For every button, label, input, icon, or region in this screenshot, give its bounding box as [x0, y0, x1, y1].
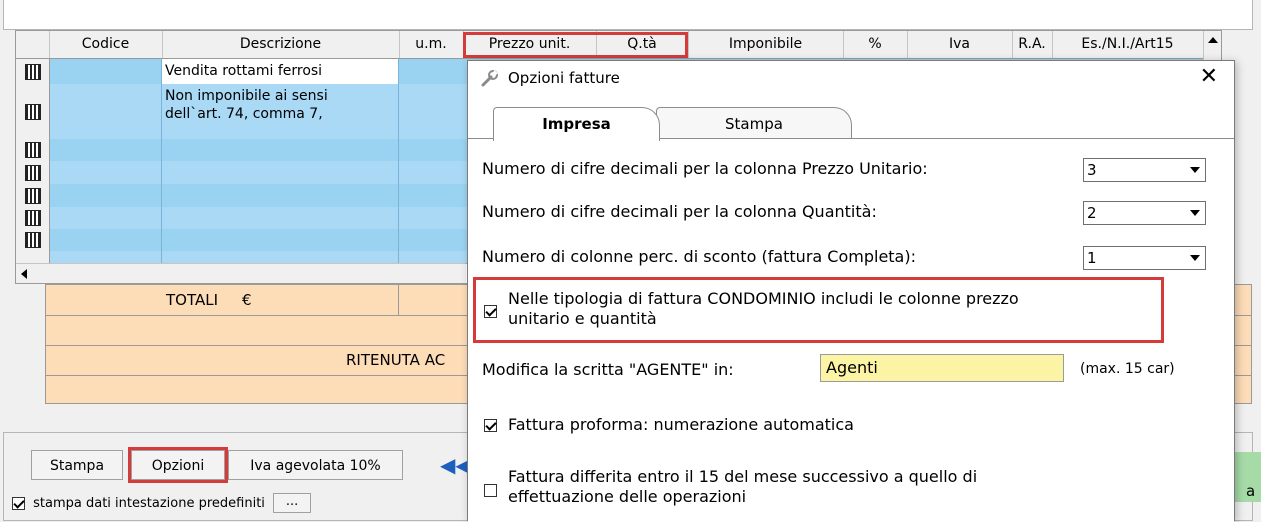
row-description-line2: dell`art. 74, comma 7,: [165, 106, 323, 122]
col-ra[interactable]: R.A.: [1012, 31, 1053, 58]
prezzo-decimali-value: 3: [1087, 161, 1097, 179]
condominio-checkbox[interactable]: [484, 305, 497, 318]
totali-label: TOTALI: [166, 291, 219, 309]
prezzo-decimali-label: Numero di cifre decimali per la colonna …: [482, 159, 928, 178]
opzioni-fatture-dialog: Opzioni fatture ✕ Impresa Stampa Numero …: [467, 60, 1235, 522]
highlight-prezzo-qta: [463, 32, 688, 58]
differita-label-line2: effettuazione delle operazioni: [508, 487, 747, 506]
sconto-colonne-label: Numero di colonne perc. di sconto (fattu…: [482, 247, 916, 266]
tab-stampa[interactable]: Stampa: [656, 107, 852, 140]
row-selector[interactable]: [16, 161, 50, 184]
col-descrizione[interactable]: Descrizione: [162, 31, 400, 58]
agente-hint: (max. 15 car): [1080, 361, 1175, 377]
impresa-tab-panel: Numero di cifre decimali per la colonna …: [468, 138, 1234, 522]
stampa-button[interactable]: Stampa: [31, 450, 123, 480]
col-imponibile[interactable]: Imponibile: [688, 31, 844, 58]
wrench-icon: [481, 70, 498, 87]
row-selector[interactable]: [16, 229, 50, 251]
row-selector[interactable]: [16, 84, 50, 139]
row-edit-icon: [24, 103, 41, 120]
differita-label-line1: Fattura differita entro il 15 del mese s…: [508, 467, 978, 486]
row-edit-icon: [24, 232, 41, 248]
condominio-label-line1: Nelle tipologia di fattura CONDOMINIO in…: [508, 289, 1019, 308]
sconto-colonne-select[interactable]: 1: [1083, 246, 1206, 270]
col-percent[interactable]: %: [843, 31, 908, 58]
agente-label: Modifica la scritta "AGENTE" in:: [482, 360, 734, 379]
differita-checkbox[interactable]: [484, 484, 497, 497]
row-selector[interactable]: [16, 207, 50, 229]
opzioni-button[interactable]: Opzioni: [128, 447, 228, 483]
close-icon[interactable]: ✕: [1200, 65, 1218, 89]
row-selector[interactable]: [16, 184, 50, 207]
prezzo-decimali-select[interactable]: 3: [1083, 158, 1206, 182]
col-es-ni-art15[interactable]: Es./N.I./Art15: [1052, 31, 1204, 58]
chevron-down-icon[interactable]: [1185, 202, 1205, 224]
row-description: Vendita rottami ferrosi: [165, 63, 323, 79]
quantita-decimali-select[interactable]: 2: [1083, 201, 1206, 225]
stampa-dati-label: stampa dati intestazione predefiniti: [33, 495, 265, 511]
row-edit-icon: [24, 210, 41, 226]
quantita-decimali-value: 2: [1087, 204, 1097, 222]
condominio-label-line2: unitario e quantità: [508, 309, 657, 328]
right-edge-text: a: [1246, 482, 1256, 500]
stampa-dati-row: stampa dati intestazione predefiniti ...: [12, 493, 312, 513]
scroll-left-icon[interactable]: [21, 269, 27, 279]
col-codice[interactable]: Codice: [49, 31, 163, 58]
row-edit-icon: [24, 142, 41, 158]
proforma-checkbox[interactable]: [484, 419, 497, 432]
chevron-down-icon[interactable]: [1185, 247, 1205, 269]
iva-agevolata-button[interactable]: Iva agevolata 10%: [228, 450, 403, 480]
row-edit-icon: [24, 187, 41, 204]
col-um[interactable]: u.m.: [399, 31, 464, 58]
row-selector[interactable]: [16, 59, 50, 84]
scroll-up-icon[interactable]: [1208, 37, 1218, 43]
stampa-dati-checkbox[interactable]: [12, 496, 25, 510]
grid-corner: [16, 31, 50, 58]
top-panel: [3, 0, 1253, 30]
ellipsis-button[interactable]: ...: [273, 493, 312, 513]
col-iva[interactable]: Iva: [907, 31, 1013, 58]
row-edit-icon: [24, 63, 41, 80]
agente-input[interactable]: Agenti: [820, 354, 1064, 382]
proforma-label: Fattura proforma: numerazione automatica: [508, 415, 854, 434]
tab-impresa[interactable]: Impresa: [493, 107, 660, 141]
chevron-down-icon[interactable]: [1185, 159, 1205, 181]
totali-currency: €: [242, 291, 252, 309]
sconto-colonne-value: 1: [1087, 249, 1097, 267]
grid-horizontal-scrollbar[interactable]: [16, 263, 466, 283]
row-edit-icon: [24, 164, 41, 181]
ritenuta-label: RITENUTA AC: [346, 351, 446, 369]
row-selector[interactable]: [16, 139, 50, 161]
quantita-decimali-label: Numero di cifre decimali per la colonna …: [482, 202, 877, 221]
dialog-titlebar[interactable]: Opzioni fatture ✕: [468, 61, 1234, 95]
row-selector[interactable]: [16, 251, 50, 263]
dialog-title: Opzioni fatture: [508, 69, 620, 87]
dialog-tabs: Impresa Stampa: [468, 107, 1234, 141]
